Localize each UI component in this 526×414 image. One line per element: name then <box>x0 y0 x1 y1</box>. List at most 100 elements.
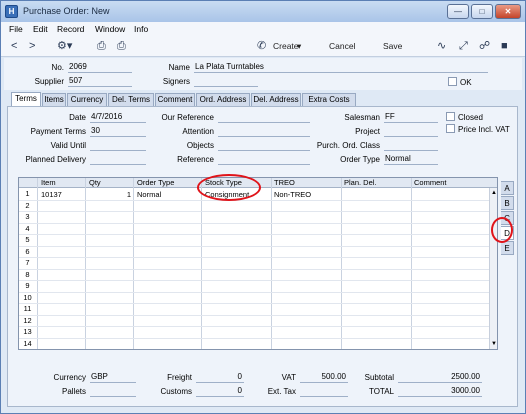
side-tab-b[interactable]: B <box>501 196 514 210</box>
graduation-cap-icon[interactable]: ■ <box>501 39 508 53</box>
project-label: Project <box>355 127 380 136</box>
purch-ord-class-field[interactable] <box>384 140 438 151</box>
payment-terms-field[interactable]: 30 <box>90 126 146 137</box>
name-field[interactable]: La Plata Turntables <box>194 62 488 73</box>
date-field[interactable]: 4/7/2016 <box>90 112 146 123</box>
attention-field[interactable] <box>218 126 310 137</box>
row-number[interactable]: 12 <box>19 316 36 326</box>
row-number[interactable]: 3 <box>19 212 36 222</box>
menu-edit[interactable]: Edit <box>33 24 48 34</box>
row-number[interactable]: 8 <box>19 270 36 280</box>
activity-icon[interactable]: ∿ <box>437 39 446 53</box>
row-number[interactable]: 14 <box>19 339 36 349</box>
minimize-button[interactable]: — <box>447 4 469 19</box>
phone-icon[interactable]: ✆ <box>257 39 266 53</box>
menu-record[interactable]: Record <box>57 24 84 34</box>
vat-field[interactable]: 500.00 <box>300 372 348 383</box>
row-number[interactable]: 6 <box>19 247 36 257</box>
row-1-qty[interactable]: 1 <box>89 190 131 199</box>
previous-record-icon[interactable]: < <box>11 39 17 53</box>
row-number[interactable]: 13 <box>19 327 36 337</box>
valid-until-label: Valid Until <box>50 141 86 150</box>
planned-delivery-field[interactable] <box>90 154 146 165</box>
menu-info[interactable]: Info <box>134 24 148 34</box>
row-number[interactable]: 10 <box>19 293 36 303</box>
tab-comment[interactable]: Comment <box>155 93 195 106</box>
row-1-treo[interactable]: Non-TREO <box>274 190 311 199</box>
side-tab-a[interactable]: A <box>501 181 514 195</box>
row-1-item[interactable]: 10137 <box>41 190 62 199</box>
row-divider <box>19 222 497 224</box>
freight-field[interactable]: 0 <box>196 372 244 383</box>
column-header-comment[interactable]: Comment <box>414 178 447 187</box>
grid-scrollbar[interactable]: ▲ ▼ <box>489 188 497 349</box>
ok-checkbox[interactable] <box>448 77 457 86</box>
save-button[interactable]: Save <box>383 40 402 52</box>
tab-items[interactable]: Items <box>42 93 66 106</box>
freight-label: Freight <box>167 373 192 382</box>
row-number[interactable]: 9 <box>19 281 36 291</box>
signers-field[interactable] <box>194 76 258 87</box>
column-header-treo[interactable]: TREO <box>274 178 295 187</box>
create-button[interactable]: Create <box>273 40 299 52</box>
order-type-label: Order Type <box>340 155 380 164</box>
order-type-field[interactable]: Normal <box>384 154 438 165</box>
maximize-button[interactable]: □ <box>471 4 493 19</box>
row-number[interactable]: 7 <box>19 258 36 268</box>
tab-terms[interactable]: Terms <box>11 92 41 107</box>
scroll-down-icon[interactable]: ▼ <box>491 340 497 349</box>
closed-label: Closed <box>458 113 483 122</box>
customs-field[interactable]: 0 <box>196 386 244 397</box>
name-label: Name <box>168 63 190 72</box>
pallets-field[interactable] <box>90 386 136 397</box>
row-1-order-type[interactable]: Normal <box>137 190 161 199</box>
next-record-icon[interactable]: > <box>29 39 35 53</box>
row-number[interactable]: 4 <box>19 224 36 234</box>
row-divider <box>19 291 497 293</box>
row-number[interactable]: 11 <box>19 304 36 314</box>
row-number[interactable]: 1 <box>19 189 36 199</box>
reference-field[interactable] <box>218 154 310 165</box>
row-number[interactable]: 5 <box>19 235 36 245</box>
ext-tax-label: Ext. Tax <box>267 387 296 396</box>
column-header-order-type[interactable]: Order Type <box>137 178 174 187</box>
menu-file[interactable]: File <box>9 24 23 34</box>
tab-del-terms[interactable]: Del. Terms <box>108 93 154 106</box>
closed-checkbox[interactable] <box>446 112 455 121</box>
attention-label: Attention <box>182 127 214 136</box>
column-divider <box>133 178 134 349</box>
supplier-field[interactable]: 507 <box>68 76 132 87</box>
column-divider <box>341 178 342 349</box>
close-button[interactable]: ✕ <box>495 4 521 19</box>
no-field[interactable]: 2069 <box>68 62 132 73</box>
valid-until-field[interactable] <box>90 140 146 151</box>
items-grid[interactable]: Item Qty Order Type Stock Type TREO Plan… <box>18 177 498 350</box>
tab-del-address[interactable]: Del. Address <box>251 93 301 106</box>
scroll-up-icon[interactable]: ▲ <box>491 189 497 198</box>
column-header-item[interactable]: Item <box>41 178 56 187</box>
print-icon[interactable]: ⎙ <box>97 39 106 53</box>
column-header-plan-del[interactable]: Plan. Del. <box>344 178 377 187</box>
ext-tax-field[interactable] <box>300 386 348 397</box>
attachment-icon[interactable]: ☍ <box>479 39 490 53</box>
objects-field[interactable] <box>218 140 310 151</box>
tab-ord-address[interactable]: Ord. Address <box>196 93 250 106</box>
price-incl-vat-checkbox[interactable] <box>446 124 455 133</box>
project-field[interactable] <box>384 126 438 137</box>
create-chevron-down-icon[interactable]: ▾ <box>297 40 301 52</box>
title-bar: H Purchase Order: New — □ ✕ <box>1 1 525 22</box>
expand-icon[interactable]: ⤢ <box>459 39 468 53</box>
print-preview-icon[interactable]: ⎙ <box>117 39 126 53</box>
side-tab-e[interactable]: E <box>501 241 514 255</box>
tab-currency[interactable]: Currency <box>67 93 107 106</box>
column-header-qty[interactable]: Qty <box>89 178 101 187</box>
settings-gear-icon[interactable]: ⚙▾ <box>57 39 72 53</box>
row-number[interactable]: 2 <box>19 201 36 211</box>
salesman-field[interactable]: FF <box>384 112 438 123</box>
currency-field[interactable]: GBP <box>90 372 136 383</box>
vat-label: VAT <box>281 373 296 382</box>
menu-window[interactable]: Window <box>95 24 125 34</box>
tab-extra-costs[interactable]: Extra Costs <box>302 93 356 106</box>
cancel-button[interactable]: Cancel <box>329 40 355 52</box>
our-reference-field[interactable] <box>218 112 310 123</box>
